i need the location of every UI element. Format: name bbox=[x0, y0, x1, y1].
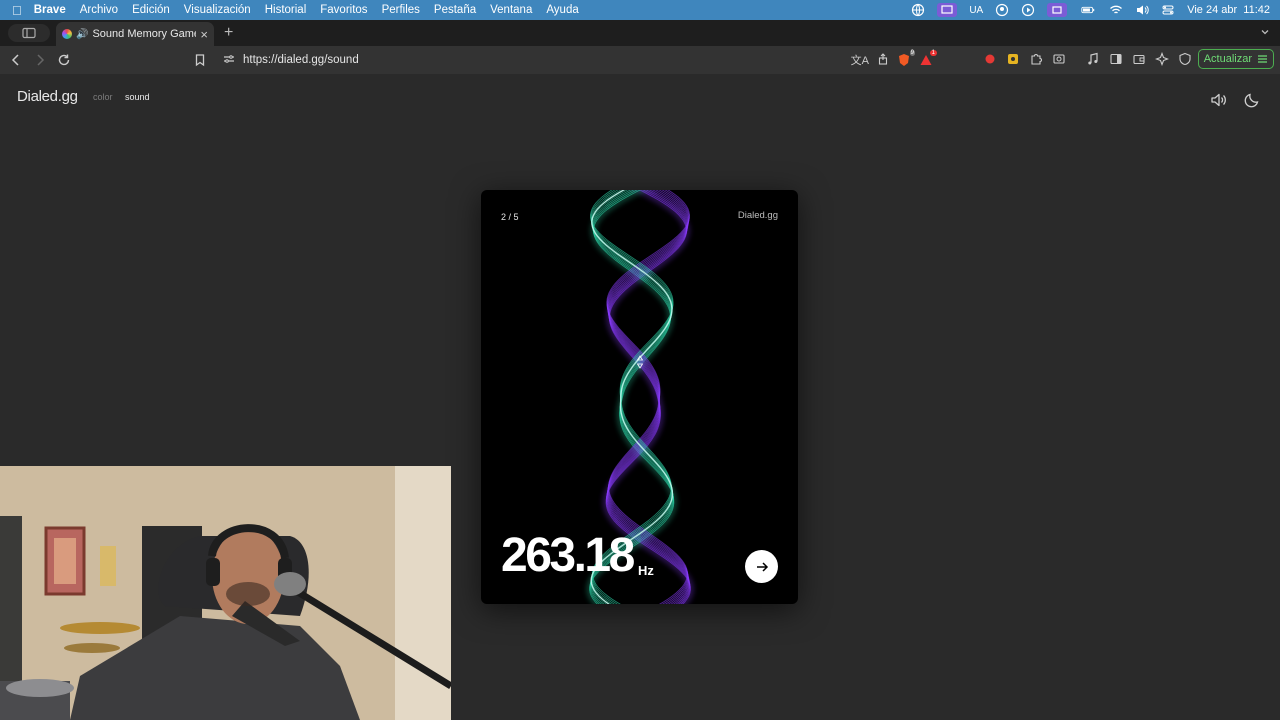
volume-status-icon[interactable] bbox=[1135, 3, 1149, 17]
nav-link-color[interactable]: color bbox=[93, 92, 113, 102]
tab-audio-icon[interactable]: 🔊 bbox=[76, 29, 88, 40]
record-indicator-icon[interactable] bbox=[980, 49, 1000, 69]
menu-favoritos[interactable]: Favoritos bbox=[320, 4, 367, 16]
shields-badge: 9 bbox=[909, 50, 915, 56]
brave-shields-icon[interactable]: 9 bbox=[897, 50, 915, 67]
menu-perfiles[interactable]: Perfiles bbox=[382, 4, 420, 16]
control-center-icon[interactable] bbox=[1161, 3, 1175, 17]
user-status-icon[interactable] bbox=[995, 3, 1009, 17]
forward-arrow-icon bbox=[37, 54, 45, 66]
new-tab-button[interactable]: + bbox=[224, 24, 233, 42]
favicon-icon bbox=[62, 29, 72, 39]
sidebar-panel-icon[interactable] bbox=[1106, 49, 1126, 69]
site-settings-icon[interactable] bbox=[223, 53, 235, 68]
game-card: 2 / 5 Dialed.gg 263.18 Hz bbox=[481, 190, 798, 604]
reload-icon bbox=[58, 54, 70, 66]
menu-edicion[interactable]: Edición bbox=[132, 4, 170, 16]
update-button[interactable]: Actualizar bbox=[1197, 49, 1274, 69]
input-source-label[interactable]: UA bbox=[969, 5, 983, 16]
window-manager-icon[interactable] bbox=[1047, 3, 1068, 17]
sidebar-icon bbox=[22, 27, 36, 39]
play-status-icon[interactable] bbox=[1021, 3, 1035, 17]
frequency-unit: Hz bbox=[638, 563, 654, 578]
menu-ayuda[interactable]: Ayuda bbox=[546, 4, 578, 16]
sound-toggle-button[interactable] bbox=[1209, 91, 1227, 109]
menu-pestana[interactable]: Pestaña bbox=[434, 4, 476, 16]
forward-button[interactable] bbox=[30, 50, 50, 70]
bookmark-button[interactable] bbox=[190, 50, 210, 70]
tab-close-icon[interactable]: × bbox=[200, 27, 208, 42]
tab-active[interactable]: 🔊 Sound Memory Game — Ho × bbox=[56, 22, 214, 46]
moon-icon bbox=[1244, 93, 1259, 108]
hamburger-menu-icon bbox=[1258, 55, 1267, 63]
screenshot-extension-icon[interactable] bbox=[1049, 49, 1069, 69]
arrow-right-icon bbox=[756, 561, 768, 572]
theme-toggle-button[interactable] bbox=[1243, 91, 1261, 109]
card-brand: Dialed.gg bbox=[737, 210, 778, 221]
speaker-icon bbox=[1211, 93, 1226, 107]
url-text[interactable]: https://dialed.gg/sound bbox=[243, 54, 359, 66]
address-bar[interactable]: https://dialed.gg/sound 文A 9 1 bbox=[215, 49, 937, 71]
wifi-icon[interactable] bbox=[1109, 3, 1123, 17]
reload-button[interactable] bbox=[54, 50, 74, 70]
back-button[interactable] bbox=[6, 50, 26, 70]
site-logo[interactable]: Dialed.gg bbox=[17, 88, 78, 105]
round-counter: 2 / 5 bbox=[501, 212, 519, 222]
battery-icon[interactable] bbox=[1079, 3, 1097, 17]
apple-icon[interactable]:  bbox=[12, 3, 22, 18]
extension-yellow-icon[interactable] bbox=[1003, 49, 1023, 69]
menu-ventana[interactable]: Ventana bbox=[490, 4, 532, 16]
menu-app-name[interactable]: Brave bbox=[34, 4, 66, 16]
leo-ai-icon[interactable] bbox=[1152, 49, 1172, 69]
bookmark-icon bbox=[195, 54, 205, 67]
menu-visualizacion[interactable]: Visualización bbox=[184, 4, 251, 16]
menu-bar:  Brave Archivo Edición Visualización Hi… bbox=[0, 0, 1280, 20]
menu-archivo[interactable]: Archivo bbox=[80, 4, 118, 16]
nav-link-sound[interactable]: sound bbox=[125, 92, 150, 102]
brave-rewards-icon[interactable]: 1 bbox=[919, 50, 937, 67]
sidebar-toggle-button[interactable] bbox=[8, 24, 50, 42]
tab-strip: 🔊 Sound Memory Game — Ho × + bbox=[0, 20, 1280, 46]
wallet-icon[interactable] bbox=[1129, 49, 1149, 69]
translate-icon[interactable]: 文A bbox=[851, 52, 869, 68]
share-icon[interactable] bbox=[877, 52, 889, 68]
menu-historial[interactable]: Historial bbox=[265, 4, 307, 16]
extensions-puzzle-icon[interactable] bbox=[1026, 49, 1046, 69]
tab-title: Sound Memory Game — Ho bbox=[92, 28, 196, 40]
next-button[interactable] bbox=[745, 550, 778, 583]
update-label: Actualizar bbox=[1203, 53, 1252, 65]
tab-list-chevron-icon[interactable] bbox=[1260, 24, 1270, 42]
menubar-clock[interactable]: Vie 24 abr 11:42 bbox=[1187, 4, 1270, 16]
webcam-video-image bbox=[0, 466, 451, 720]
browser-toolbar: https://dialed.gg/sound 文A 9 1 Actualiza… bbox=[0, 46, 1280, 74]
vpn-shield-icon[interactable] bbox=[1175, 49, 1195, 69]
frequency-value: 263.18 bbox=[501, 529, 635, 582]
rewards-badge: 1 bbox=[929, 50, 937, 56]
webcam-overlay bbox=[0, 466, 451, 720]
media-music-icon[interactable] bbox=[1083, 49, 1103, 69]
screen-record-icon[interactable] bbox=[937, 3, 958, 17]
back-arrow-icon bbox=[11, 54, 19, 66]
globe-status-icon[interactable] bbox=[911, 3, 925, 17]
